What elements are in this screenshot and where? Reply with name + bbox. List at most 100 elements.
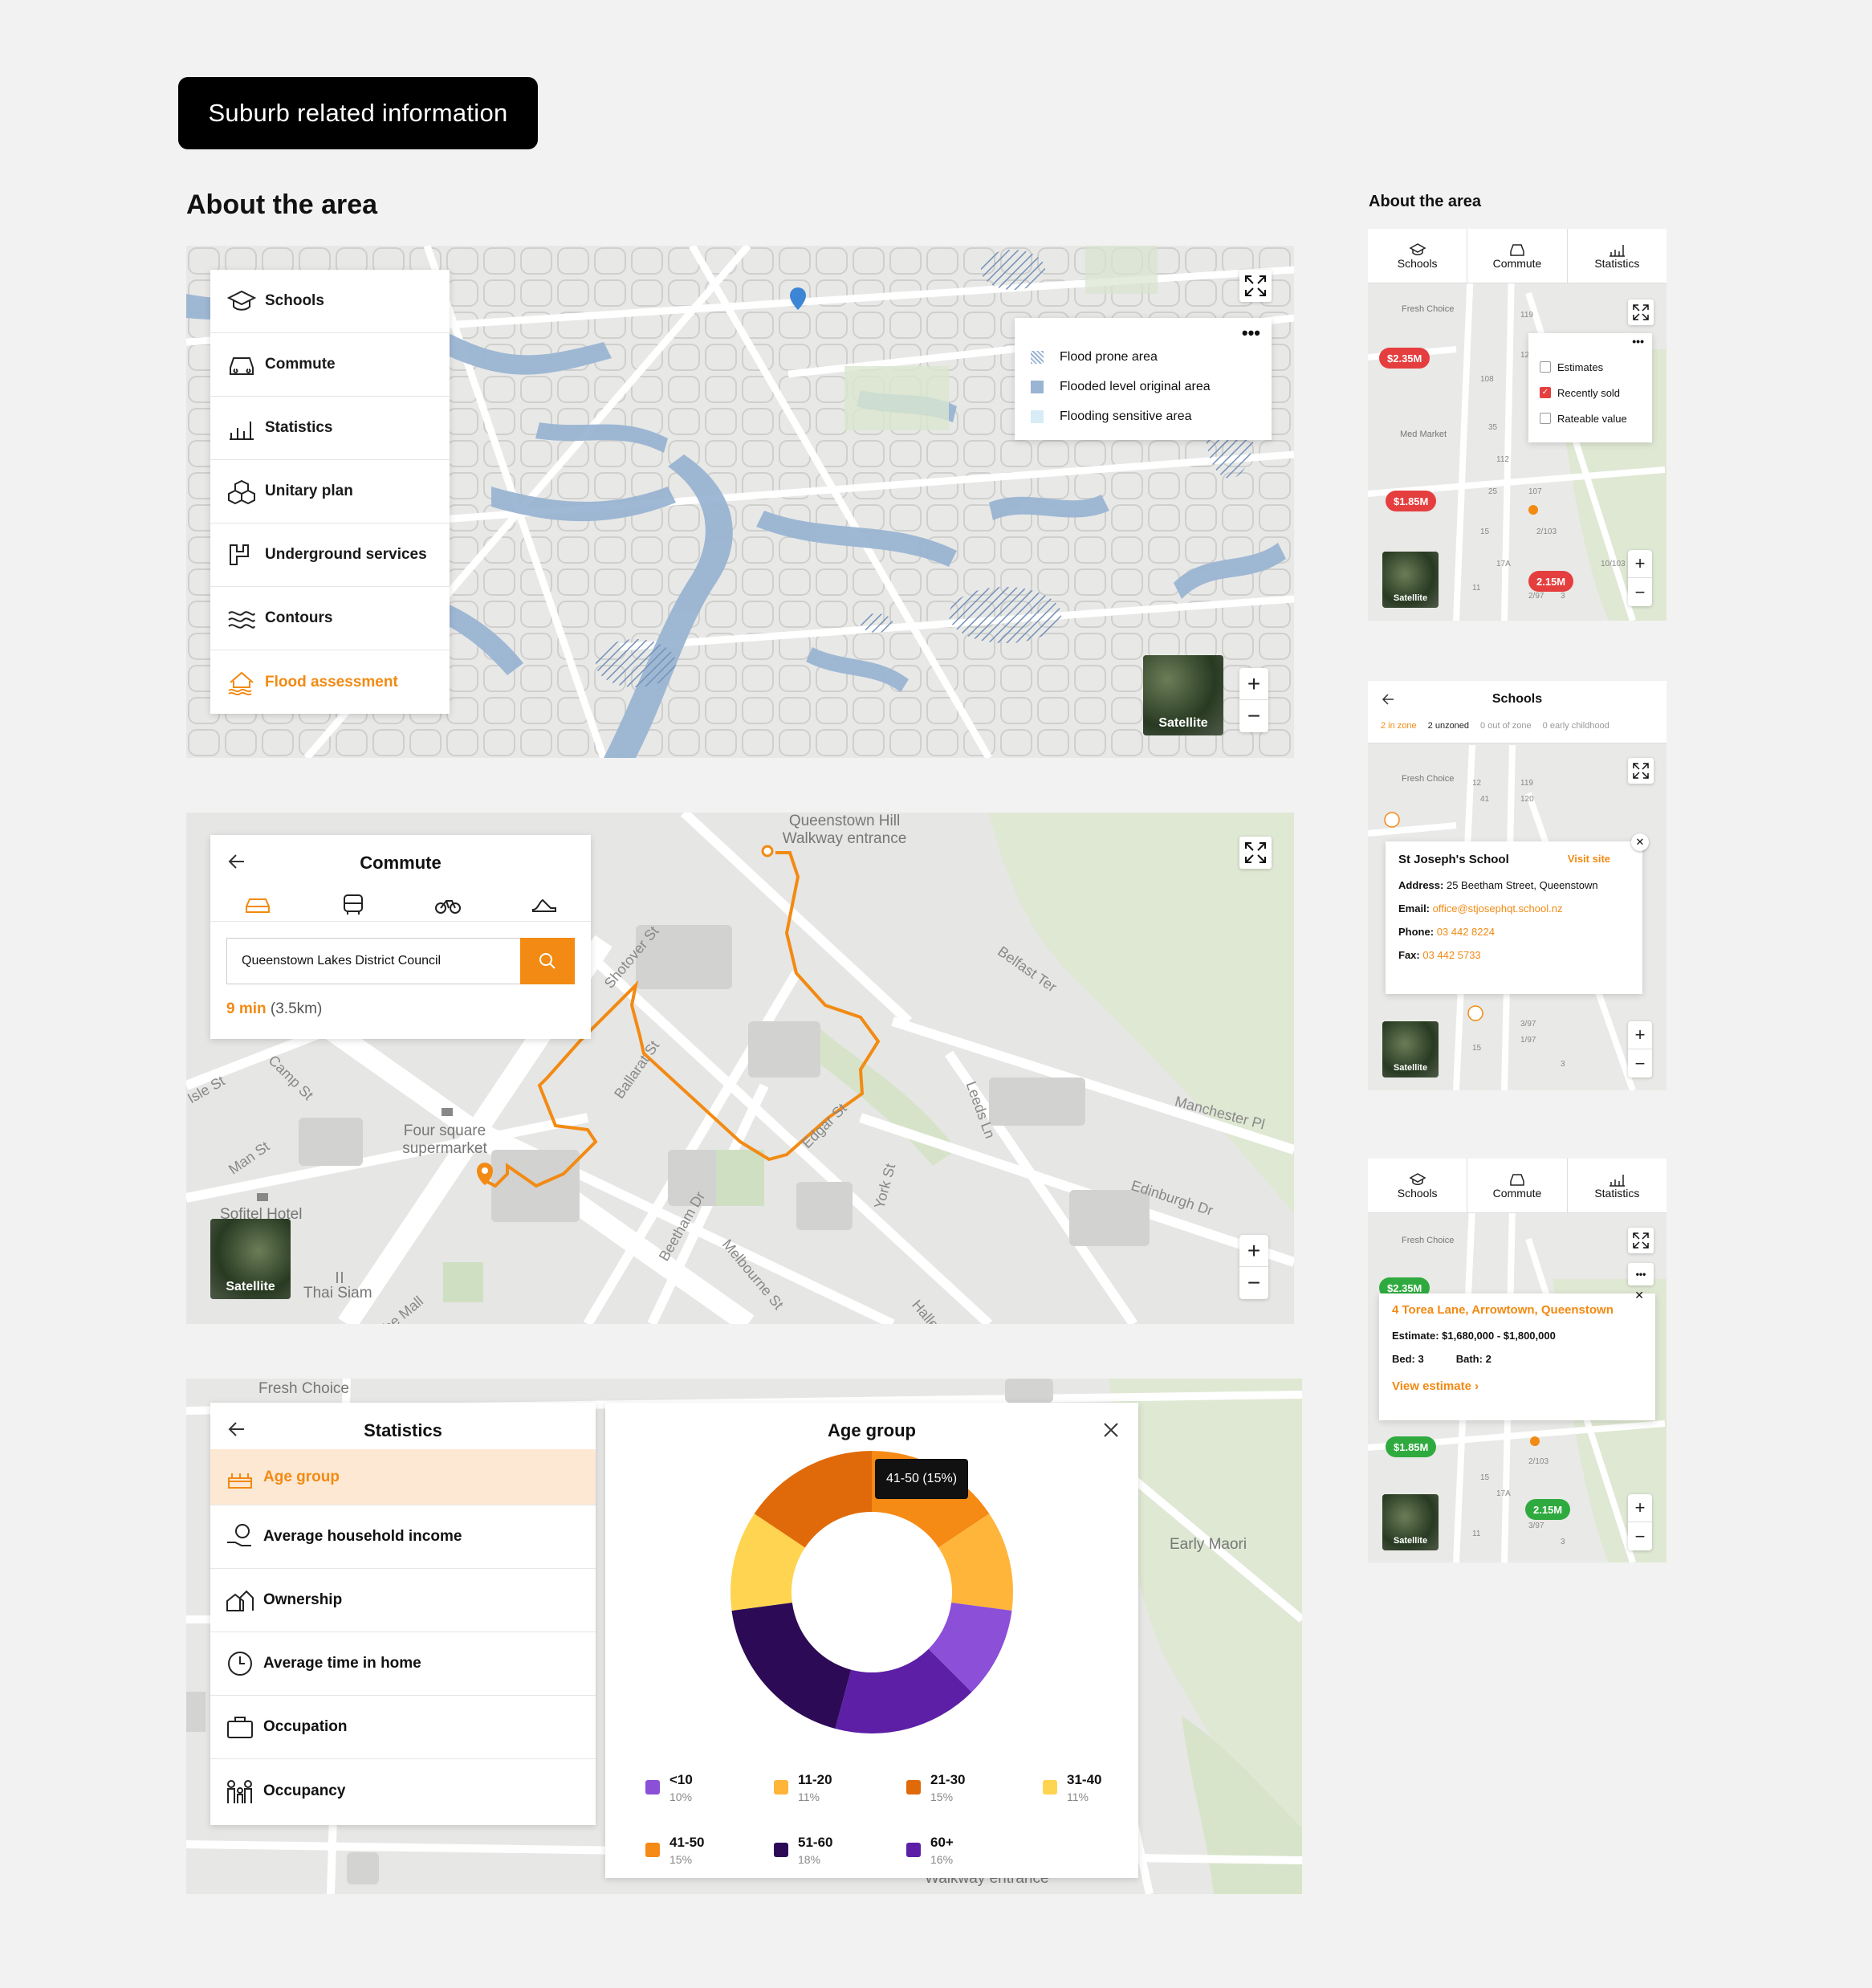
filter-unzoned[interactable]: 2 unzoned: [1428, 721, 1469, 731]
legend-value: 15%: [930, 1790, 954, 1803]
satellite-toggle[interactable]: Satellite: [1382, 552, 1439, 608]
commute-result: 9 min (3.5km): [226, 1000, 322, 1018]
side-map-1[interactable]: 119 120 108 35 112 25 107 2/103 15 17A 2/97 11 3 10/1…: [1368, 229, 1666, 621]
tab-schools[interactable]: Schools: [1368, 1159, 1468, 1212]
menu-contours-label: Contours: [265, 609, 333, 626]
commute-panel: Commute Queenstown Lakes District Counci…: [210, 835, 591, 1039]
commute-map[interactable]: Queenstown Hill Walkway entrance Four sq…: [186, 813, 1294, 1324]
close-button[interactable]: ✕: [1631, 833, 1649, 851]
fullscreen-button[interactable]: [1239, 270, 1272, 302]
zoom-in-button[interactable]: +: [1628, 1494, 1652, 1522]
price-pin[interactable]: $1.85M: [1386, 491, 1437, 511]
school-phone[interactable]: 03 442 8224: [1437, 926, 1495, 938]
satellite-label: Satellite: [1158, 716, 1208, 730]
slice-51-60[interactable]: [731, 1603, 852, 1729]
price-pin[interactable]: $2.35M: [1379, 348, 1430, 369]
legend-item: 31-40 11%: [1043, 1772, 1101, 1803]
svg-text:2/103: 2/103: [1536, 528, 1557, 536]
stat-occupation[interactable]: Occupation: [210, 1696, 596, 1759]
menu-schools[interactable]: Schools: [210, 270, 450, 333]
statistics-map[interactable]: Fresh Choice Early Maori Walkway entranc…: [186, 1379, 1302, 1894]
stat-age-group[interactable]: Age group: [210, 1449, 596, 1505]
satellite-toggle[interactable]: Satellite: [210, 1219, 291, 1299]
option-estimates[interactable]: Estimates: [1540, 354, 1652, 380]
legend-flood-prone: Flood prone area: [1060, 349, 1158, 364]
commute-time: 9 min: [226, 1000, 267, 1017]
zoom-in-button[interactable]: +: [1239, 1235, 1268, 1267]
tab-statistics[interactable]: Statistics: [1568, 229, 1666, 283]
zoom-out-button[interactable]: −: [1628, 578, 1652, 606]
chart-tooltip: 41-50 (15%): [875, 1459, 968, 1499]
menu-contours[interactable]: Contours: [210, 587, 450, 650]
tab-commute[interactable]: Commute: [1467, 1159, 1568, 1212]
fullscreen-button[interactable]: [1628, 758, 1654, 784]
checkbox[interactable]: [1540, 413, 1551, 424]
stat-time-in-home[interactable]: Average time in home: [210, 1632, 596, 1696]
transport-modes: [210, 888, 591, 922]
option-rateable-value[interactable]: Rateable value: [1540, 405, 1652, 431]
more-icon[interactable]: •••: [1632, 335, 1644, 348]
close-button[interactable]: ✕: [1634, 1289, 1644, 1302]
zoom-out-button[interactable]: −: [1628, 1522, 1652, 1550]
side-map-3[interactable]: 351517A3/971132/103 Fresh Choice Schools…: [1368, 1159, 1666, 1562]
menu-commute[interactable]: Commute: [210, 333, 450, 397]
zoom-in-button[interactable]: +: [1239, 668, 1268, 700]
view-estimate-link[interactable]: View estimate ›: [1392, 1379, 1642, 1393]
zoom-in-button[interactable]: +: [1628, 1021, 1652, 1049]
menu-flood-label: Flood assessment: [265, 673, 398, 691]
bike-mode-icon[interactable]: [434, 895, 462, 915]
price-pin[interactable]: 2.15M: [1528, 571, 1574, 592]
price-pin[interactable]: $1.85M: [1386, 1436, 1437, 1457]
main-heading: About the area: [186, 189, 378, 220]
zoom-in-button[interactable]: +: [1628, 550, 1652, 578]
bar-chart-icon: [1610, 1174, 1626, 1187]
legend-swatch: [645, 1780, 660, 1794]
menu-statistics[interactable]: Statistics: [210, 397, 450, 460]
zoom-out-button[interactable]: −: [1239, 700, 1268, 732]
fullscreen-button[interactable]: [1628, 299, 1654, 325]
price-pin[interactable]: 2.15M: [1525, 1499, 1571, 1520]
stat-household-income[interactable]: Average household income: [210, 1505, 596, 1569]
filter-early-childhood[interactable]: 0 early childhood: [1543, 721, 1610, 731]
school-fax[interactable]: 03 442 5733: [1422, 949, 1480, 961]
menu-underground-services[interactable]: Underground services: [210, 523, 450, 587]
checkbox[interactable]: [1540, 361, 1551, 373]
visit-site-link[interactable]: Visit site: [1568, 853, 1610, 866]
satellite-toggle[interactable]: Satellite: [1382, 1021, 1439, 1078]
tab-schools-label: Schools: [1397, 256, 1438, 270]
satellite-toggle[interactable]: Satellite: [1382, 1494, 1439, 1550]
tab-schools[interactable]: Schools: [1368, 229, 1468, 283]
legend-label: 60+: [930, 1835, 954, 1850]
filter-out-of-zone[interactable]: 0 out of zone: [1480, 721, 1532, 731]
satellite-toggle[interactable]: Satellite: [1143, 655, 1223, 735]
menu-flood-assessment[interactable]: Flood assessment: [210, 650, 450, 714]
fullscreen-button[interactable]: [1239, 837, 1272, 869]
menu-unitary-plan[interactable]: Unitary plan: [210, 460, 450, 523]
option-recently-sold[interactable]: ✓ Recently sold: [1540, 380, 1652, 405]
cubes-icon: [228, 479, 255, 504]
checkbox-checked[interactable]: ✓: [1540, 387, 1551, 398]
zoom-out-button[interactable]: −: [1628, 1049, 1652, 1078]
svg-text:112: 112: [1496, 455, 1509, 464]
fresh-choice-label: Fresh Choice: [258, 1380, 349, 1397]
tab-commute[interactable]: Commute: [1467, 229, 1568, 283]
expand-icon: [1633, 763, 1649, 779]
stat-occupancy[interactable]: Occupancy: [210, 1759, 596, 1823]
walk-mode-icon[interactable]: [530, 895, 557, 915]
more-button[interactable]: •••: [1628, 1263, 1654, 1285]
flood-map[interactable]: Schools Commute Statistics Unitary plan …: [186, 246, 1294, 758]
fullscreen-button[interactable]: [1628, 1228, 1654, 1253]
zoom-control: + −: [1239, 1235, 1268, 1299]
more-icon[interactable]: •••: [1242, 323, 1260, 344]
stat-ownership[interactable]: Ownership: [210, 1569, 596, 1632]
school-email[interactable]: office@stjosephqt.school.nz: [1433, 902, 1563, 915]
search-button[interactable]: [520, 938, 575, 984]
side-map-2[interactable]: 119 120 12 41 3/97 1/97 15 3 Fresh Choice Schoo…: [1368, 681, 1666, 1090]
filter-in-zone[interactable]: 2 in zone: [1381, 721, 1417, 731]
graduation-cap-icon: [1409, 242, 1426, 255]
bus-mode-icon[interactable]: [340, 894, 367, 916]
tab-statistics[interactable]: Statistics: [1568, 1159, 1666, 1212]
zoom-out-button[interactable]: −: [1239, 1267, 1268, 1299]
car-mode-icon[interactable]: [244, 895, 271, 915]
destination-input[interactable]: Queenstown Lakes District Council: [226, 938, 520, 984]
